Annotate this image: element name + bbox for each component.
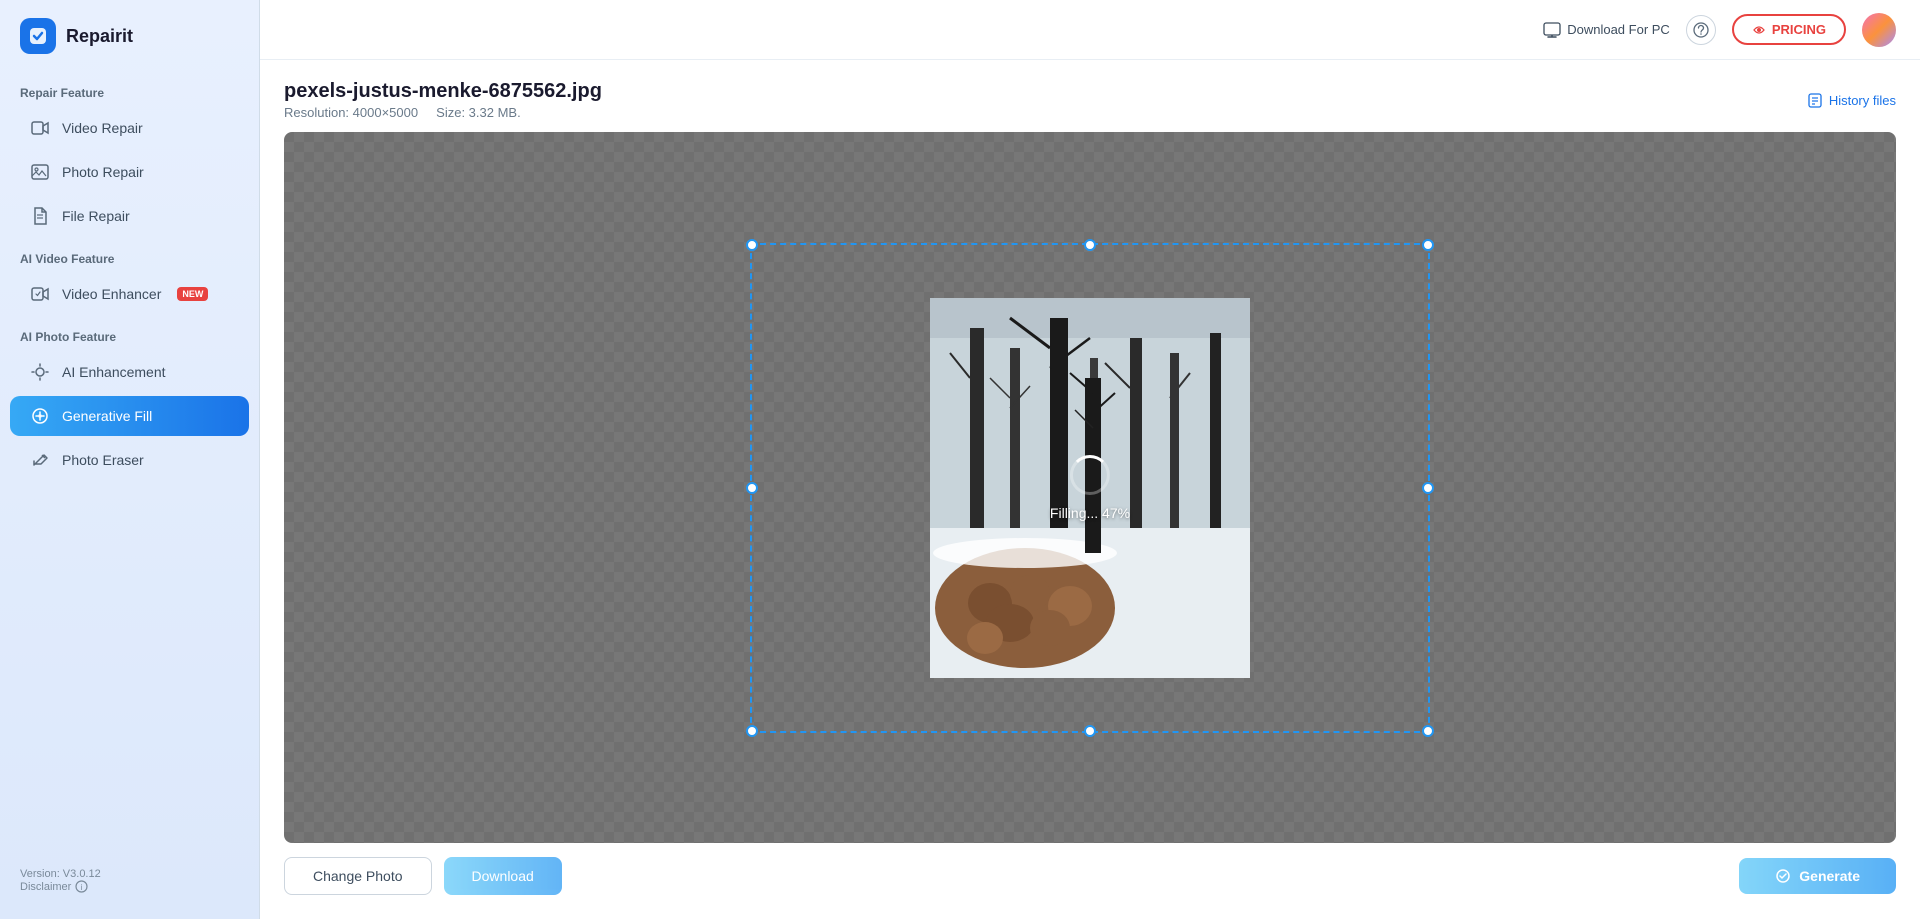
loading-spinner — [1070, 455, 1110, 495]
download-button[interactable]: Download — [444, 857, 562, 895]
app-logo-icon — [20, 18, 56, 54]
sidebar-item-photo-repair[interactable]: Photo Repair — [10, 152, 249, 192]
sidebar-item-generative-fill[interactable]: Generative Fill — [10, 396, 249, 436]
ai-enhancement-icon — [30, 362, 50, 382]
video-enhancer-icon — [30, 284, 50, 304]
sidebar-item-video-repair[interactable]: Video Repair — [10, 108, 249, 148]
handle-mid-right[interactable] — [1422, 482, 1434, 494]
history-files-button[interactable]: History files — [1807, 92, 1896, 108]
pricing-button[interactable]: PRICING — [1732, 14, 1846, 45]
app-name: Repairit — [66, 26, 133, 47]
disclaimer-text[interactable]: Disclaimer i — [20, 880, 239, 893]
handle-mid-left[interactable] — [746, 482, 758, 494]
logo-area[interactable]: Repairit — [0, 0, 259, 72]
user-avatar[interactable] — [1862, 13, 1896, 47]
size-label: Size: 3.32 MB. — [436, 105, 521, 120]
ai-photo-section-title: AI Photo Feature — [0, 316, 259, 350]
action-bar: Change Photo Download Generate — [284, 843, 1896, 899]
handle-bottom-mid[interactable] — [1084, 725, 1096, 737]
handle-top-right[interactable] — [1422, 239, 1434, 251]
sidebar-item-video-enhancer[interactable]: Video Enhancer NEW — [10, 274, 249, 314]
photo-repair-label: Photo Repair — [62, 164, 144, 180]
file-repair-label: File Repair — [62, 208, 130, 224]
sidebar-item-file-repair[interactable]: File Repair — [10, 196, 249, 236]
pricing-label: PRICING — [1772, 22, 1826, 37]
file-repair-icon — [30, 206, 50, 226]
change-photo-button[interactable]: Change Photo — [284, 857, 432, 895]
handle-bottom-left[interactable] — [746, 725, 758, 737]
generative-fill-icon — [30, 406, 50, 426]
main-content: Download For PC PRICING pexels-justus-me… — [260, 0, 1920, 919]
download-pc-label: Download For PC — [1567, 22, 1670, 37]
ai-video-section-title: AI Video Feature — [0, 238, 259, 272]
photo-repair-icon — [30, 162, 50, 182]
file-details: pexels-justus-menke-6875562.jpg Resoluti… — [284, 80, 602, 120]
resolution-label: Resolution: 4000×5000 — [284, 105, 418, 120]
svg-text:i: i — [81, 883, 83, 892]
sidebar-item-ai-enhancement[interactable]: AI Enhancement — [10, 352, 249, 392]
handle-bottom-right[interactable] — [1422, 725, 1434, 737]
repair-section-title: Repair Feature — [0, 72, 259, 106]
sidebar-footer: Version: V3.0.12 Disclaimer i — [0, 858, 259, 903]
file-info-bar: pexels-justus-menke-6875562.jpg Resoluti… — [284, 80, 1896, 120]
generative-fill-label: Generative Fill — [62, 408, 152, 424]
download-pc-button[interactable]: Download For PC — [1543, 22, 1670, 38]
file-name: pexels-justus-menke-6875562.jpg — [284, 80, 602, 103]
canvas-inner: Filling... 47% — [750, 243, 1430, 733]
video-enhancer-label: Video Enhancer — [62, 286, 161, 302]
content-area: pexels-justus-menke-6875562.jpg Resoluti… — [260, 60, 1920, 919]
history-files-label: History files — [1829, 93, 1896, 108]
photo-eraser-label: Photo Eraser — [62, 452, 144, 468]
video-repair-label: Video Repair — [62, 120, 143, 136]
handle-top-mid[interactable] — [1084, 239, 1096, 251]
loading-overlay: Filling... 47% — [1050, 455, 1130, 521]
generate-label: Generate — [1799, 868, 1860, 884]
handle-top-left[interactable] — [746, 239, 758, 251]
canvas-area: Filling... 47% — [284, 132, 1896, 843]
loading-text: Filling... 47% — [1050, 505, 1130, 521]
generate-button[interactable]: Generate — [1739, 858, 1896, 894]
action-left: Change Photo Download — [284, 857, 562, 895]
version-text: Version: V3.0.12 — [20, 868, 239, 880]
ai-enhancement-label: AI Enhancement — [62, 364, 166, 380]
video-repair-icon — [30, 118, 50, 138]
sidebar-item-photo-eraser[interactable]: Photo Eraser — [10, 440, 249, 480]
photo-eraser-icon — [30, 450, 50, 470]
file-meta: Resolution: 4000×5000 Size: 3.32 MB. — [284, 105, 602, 120]
help-button[interactable] — [1686, 15, 1716, 45]
header: Download For PC PRICING — [260, 0, 1920, 60]
new-badge: NEW — [177, 287, 208, 301]
sidebar: Repairit Repair Feature Video Repair Pho… — [0, 0, 260, 919]
